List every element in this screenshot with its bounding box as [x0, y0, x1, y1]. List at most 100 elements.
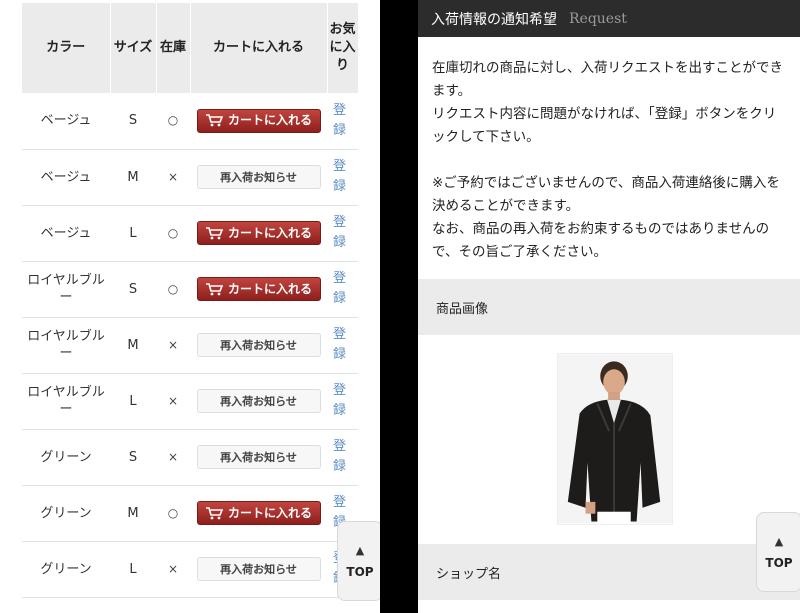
stock-status-mark: ○: [167, 505, 179, 520]
cell-cart: 再入荷お知らせ: [190, 541, 327, 598]
section-shop-name: ショップ名: [418, 544, 800, 600]
request-title: 入荷情報の通知希望: [431, 11, 557, 28]
table-row: ベージュ L ○ カートに入れる 登録: [22, 205, 358, 262]
header-cart: カートに入れる: [190, 3, 328, 93]
cell-size: M: [110, 485, 156, 542]
panel-divider: [380, 0, 418, 613]
stock-status-mark: ×: [167, 393, 179, 408]
register-link[interactable]: 登録: [333, 437, 347, 477]
cell-register: 登録: [327, 317, 358, 374]
table-header-row: カラー サイズ 在庫 カートに入れる お気に入り: [22, 3, 359, 93]
table-row: グリーン S × 再入荷お知らせ 登録: [22, 429, 358, 486]
add-to-cart-label: カートに入れる: [227, 113, 312, 128]
cell-cart: カートに入れる: [190, 205, 327, 262]
table-row: グリーンM○カートに入れる登録: [22, 485, 358, 542]
cell-stock: ×: [156, 317, 190, 374]
table-row: ロイヤルブルー L × 再入荷お知らせ 登録: [22, 373, 358, 430]
cell-size: L: [110, 541, 156, 598]
cell-register: 登録: [327, 205, 358, 262]
table-row: ベージュ S ○ カートに入れる 登録: [22, 93, 358, 150]
cell-color: ロイヤルブルー: [22, 261, 110, 318]
cart-icon: [205, 114, 223, 127]
cell-stock: ○: [156, 261, 190, 318]
cell-register: 登録: [327, 93, 358, 150]
register-link[interactable]: 登録: [333, 325, 347, 365]
add-to-cart-button[interactable]: カートに入れる: [196, 501, 321, 525]
add-to-cart-label: カートに入れる: [227, 505, 312, 520]
table-row: ロイヤルブルー S ○ カートに入れる 登録: [22, 261, 358, 318]
product-photo: [557, 353, 673, 525]
cart-icon: [205, 282, 223, 295]
cell-color: グリーン: [22, 485, 110, 542]
section-product-image: 商品画像: [418, 279, 800, 335]
cell-size: S: [110, 429, 156, 486]
cell-register: 登録: [327, 149, 358, 206]
table-row: グリーンL×再入荷お知らせ登録: [22, 541, 358, 598]
request-paragraph: 在庫切れの商品に対し、入荷リクエストを出すことができます。: [432, 60, 783, 99]
stock-table-panel: カラー サイズ 在庫 カートに入れる お気に入り ベージュ S ○ カートに入れる 登録…: [0, 0, 380, 613]
stock-status-mark: ×: [167, 337, 179, 352]
register-link[interactable]: 登録: [333, 157, 347, 197]
cell-cart: カートに入れる: [190, 93, 327, 150]
header-size: サイズ: [110, 3, 157, 93]
add-to-cart-label: カートに入れる: [227, 281, 312, 296]
add-to-cart-button[interactable]: カートに入れる: [196, 108, 321, 133]
add-to-cart-button[interactable]: カートに入れる: [196, 277, 321, 301]
restock-notify-button[interactable]: 再入荷お知らせ: [196, 445, 321, 469]
request-paragraph: なお、商品の再入荷をお約束するものではありませんので、その旨ご了承ください。: [432, 221, 770, 260]
stock-status-mark: ○: [167, 113, 179, 128]
scroll-top-button[interactable]: ▲ TOP: [337, 521, 380, 601]
stock-status-mark: ○: [167, 281, 179, 296]
cell-size: M: [110, 317, 156, 374]
header-stock: 在庫: [156, 3, 191, 93]
cell-cart: 再入荷お知らせ: [190, 429, 327, 486]
register-link[interactable]: 登録: [333, 213, 347, 253]
add-to-cart-button[interactable]: カートに入れる: [196, 221, 321, 245]
arrow-up-icon: ▲: [774, 534, 784, 548]
cell-size: S: [110, 261, 156, 318]
cell-size: L: [110, 205, 156, 262]
stock-status-mark: ×: [167, 449, 179, 464]
cell-color: グリーン: [22, 541, 110, 598]
request-header: 入荷情報の通知希望 Request: [418, 0, 800, 37]
cart-icon: [205, 506, 223, 519]
arrow-up-icon: ▲: [355, 543, 365, 557]
request-paragraph: リクエスト内容に問題がなければ、「登録」ボタンをクリックして下さい。: [432, 106, 777, 145]
cell-cart: カートに入れる: [190, 485, 327, 542]
cell-size: M: [110, 149, 156, 206]
cell-stock: ○: [156, 485, 190, 542]
cell-cart: 再入荷お知らせ: [190, 373, 327, 430]
restock-notify-button[interactable]: 再入荷お知らせ: [196, 333, 321, 357]
scroll-top-button-right[interactable]: ▲ TOP: [756, 512, 800, 592]
table-row: ロイヤルブルー M × 再入荷お知らせ 登録: [22, 317, 358, 374]
stock-status-mark: ○: [167, 225, 179, 240]
cell-stock: ×: [156, 429, 190, 486]
stock-status-mark: ×: [167, 169, 179, 184]
cell-color: ベージュ: [22, 149, 110, 206]
register-link[interactable]: 登録: [333, 381, 347, 421]
cell-register: 登録: [327, 373, 358, 430]
add-to-cart-label: カートに入れる: [227, 225, 312, 240]
cell-color: ベージュ: [22, 205, 110, 262]
stock-status-mark: ×: [167, 561, 179, 576]
cell-stock: ○: [156, 93, 190, 150]
cell-register: 登録: [327, 261, 358, 318]
cell-cart: カートに入れる: [190, 261, 327, 318]
register-link[interactable]: 登録: [333, 101, 347, 141]
cell-stock: ×: [156, 149, 190, 206]
cell-color: ベージュ: [22, 93, 110, 150]
scroll-top-label: TOP: [765, 555, 793, 570]
restock-notify-button[interactable]: 再入荷お知らせ: [196, 557, 321, 581]
request-description: 在庫切れの商品に対し、入荷リクエストを出すことができます。 リクエスト内容に問題…: [418, 37, 800, 279]
cell-size: L: [110, 373, 156, 430]
cell-stock: ×: [156, 541, 190, 598]
register-link[interactable]: 登録: [333, 269, 347, 309]
cell-stock: ×: [156, 373, 190, 430]
restock-notify-button[interactable]: 再入荷お知らせ: [196, 165, 321, 189]
cell-cart: 再入荷お知らせ: [190, 149, 327, 206]
restock-notify-button[interactable]: 再入荷お知らせ: [196, 389, 321, 413]
cell-color: ロイヤルブルー: [22, 373, 110, 430]
cell-cart: 再入荷お知らせ: [190, 317, 327, 374]
request-paragraph: ※ご予約ではございませんので、商品入荷連絡後に購入を決めることができます。: [432, 175, 780, 214]
cell-color: ロイヤルブルー: [22, 317, 110, 374]
